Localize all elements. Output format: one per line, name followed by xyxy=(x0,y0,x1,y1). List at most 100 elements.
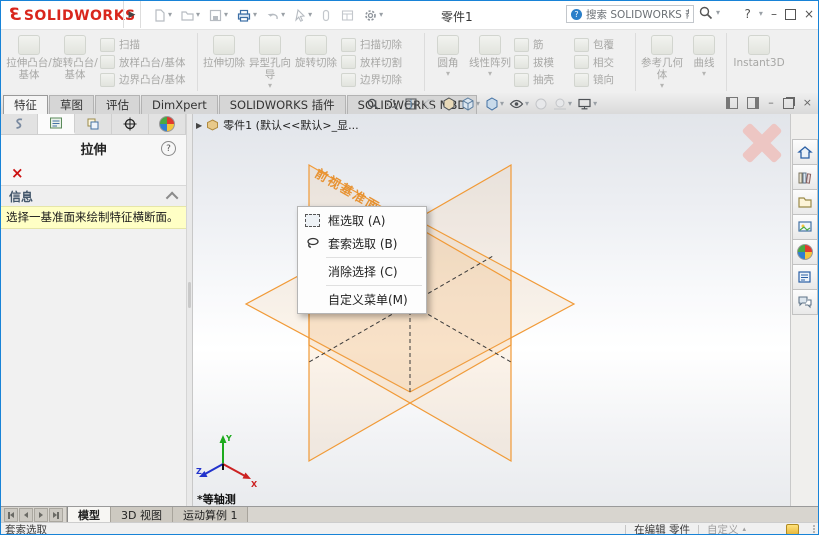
menu-item-clear-selections[interactable]: 消除选择 (C) xyxy=(298,260,426,283)
tab-last-button[interactable] xyxy=(49,508,63,522)
tab-next-button[interactable] xyxy=(34,508,48,522)
forum-button[interactable] xyxy=(792,289,818,315)
pm-cancel-button[interactable]: × xyxy=(11,166,24,181)
tool-swept-cut[interactable]: 扫描切除 xyxy=(341,36,419,53)
collapse-chevron-icon[interactable] xyxy=(166,191,179,204)
hide-show-items-button[interactable]: ▾ xyxy=(508,96,530,112)
doc-close-button[interactable]: × xyxy=(803,96,812,110)
tab-dimxpertmanager[interactable] xyxy=(112,114,149,134)
tool-curves[interactable]: 曲线 ▾ xyxy=(685,32,723,92)
collapse-left-pane-button[interactable] xyxy=(726,97,738,109)
triad-z-label: Z xyxy=(196,467,202,476)
tool-intersect[interactable]: 相交 xyxy=(574,54,630,71)
swept-cut-icon xyxy=(341,38,356,52)
cancel-command-watermark-icon[interactable] xyxy=(739,120,785,166)
tool-mirror[interactable]: 镜向 xyxy=(574,71,630,88)
status-separator xyxy=(625,525,626,534)
tree-expand-arrow-icon[interactable]: ▶ xyxy=(196,121,202,130)
status-customize[interactable]: 自定义 xyxy=(707,522,739,535)
select-button[interactable]: ▾ xyxy=(290,6,315,25)
tool-rib[interactable]: 筋 xyxy=(514,36,570,53)
new-document-button[interactable]: ▾ xyxy=(149,6,175,25)
tool-boundary-boss[interactable]: 边界凸台/基体 xyxy=(100,71,192,88)
tool-draft[interactable]: 拔模 xyxy=(514,54,570,71)
tab-prev-button[interactable] xyxy=(19,508,33,522)
tab-displaymanager[interactable] xyxy=(149,114,186,134)
tool-extruded-boss[interactable]: 拉伸凸台/基体 xyxy=(6,32,52,92)
print-caret-icon: ▾ xyxy=(253,11,257,19)
tool-wrap[interactable]: 包覆 xyxy=(574,36,630,53)
tool-fillet[interactable]: 圆角 ▾ xyxy=(428,32,468,92)
resize-grip-icon[interactable] xyxy=(813,525,815,533)
pm-help-icon[interactable]: ? xyxy=(161,141,176,156)
custom-properties-button[interactable] xyxy=(792,264,818,290)
tab-dimxpert[interactable]: DimXpert xyxy=(141,95,218,114)
tab-sketch[interactable]: 草图 xyxy=(49,95,94,114)
tab-evaluate[interactable]: 评估 xyxy=(95,95,140,114)
tab-solidworks-addins[interactable]: SOLIDWORKS 插件 xyxy=(219,95,346,114)
appearances-scenes-button[interactable] xyxy=(792,239,818,265)
extruded-boss-icon xyxy=(18,35,40,55)
tool-swept-boss[interactable]: 扫描 xyxy=(100,36,192,53)
tool-boundary-cut[interactable]: 边界切除 xyxy=(341,71,419,88)
search-go-button[interactable]: ▾ xyxy=(698,5,720,21)
3d-drawing-view-button[interactable] xyxy=(441,96,457,112)
graphics-viewport[interactable]: 前视基准面 ▶ 零件1 (默认<<默认>_显... 框选取 (A) xyxy=(193,114,790,506)
tool-instant3d[interactable]: Instant3D xyxy=(730,32,788,92)
help-button[interactable]: ? xyxy=(745,4,751,24)
tab-first-button[interactable] xyxy=(4,508,18,522)
home-button[interactable] xyxy=(792,139,818,165)
view-settings-button[interactable]: ▾ xyxy=(576,96,598,112)
section-view-button[interactable] xyxy=(403,96,419,112)
file-properties-button[interactable] xyxy=(337,6,358,25)
zoom-fit-button[interactable] xyxy=(365,96,381,112)
tab-propertymanager[interactable] xyxy=(38,114,75,134)
doc-minimize-button[interactable]: – xyxy=(768,96,774,110)
tab-featuremanager-tree[interactable] xyxy=(1,114,38,134)
tool-reference-geometry[interactable]: 参考几何体 ▾ xyxy=(639,32,685,92)
hide-show-eye-icon xyxy=(515,102,519,106)
tool-lofted-cut[interactable]: 放样切割 xyxy=(341,54,419,71)
menu-item-customize-menu[interactable]: 自定义菜单(M) xyxy=(298,288,426,311)
edit-appearance-button[interactable] xyxy=(533,96,549,112)
maximize-button[interactable] xyxy=(785,9,796,20)
tool-linear-pattern[interactable]: 线性阵列 ▾ xyxy=(468,32,512,92)
flyout-feature-tree[interactable]: ▶ 零件1 (默认<<默认>_显... xyxy=(196,117,359,133)
tab-configurationmanager[interactable] xyxy=(75,114,112,134)
view-orientation-button[interactable]: ▾ xyxy=(460,96,481,112)
file-explorer-button[interactable] xyxy=(792,189,818,215)
options-button[interactable]: ▾ xyxy=(360,6,386,25)
design-library-button[interactable] xyxy=(792,164,818,190)
display-style-button[interactable]: ▾ xyxy=(484,96,505,112)
menu-item-lasso-select[interactable]: 套索选取 (B) xyxy=(298,232,426,255)
tool-shell[interactable]: 抽壳 xyxy=(514,71,570,88)
status-bar: 套索选取 在编辑 零件 自定义 ▴ xyxy=(1,522,818,535)
rebuild-button[interactable] xyxy=(317,6,335,25)
new-doc-icon xyxy=(156,10,164,21)
open-document-button[interactable]: ▾ xyxy=(177,6,203,25)
tags-icon[interactable] xyxy=(786,524,799,535)
search-input[interactable]: ? 搜索 SOLIDWORKS 帮助 xyxy=(566,5,694,23)
apply-scene-button[interactable]: ▾ xyxy=(552,96,573,112)
menu-flyout-button[interactable]: ▶ xyxy=(123,1,141,28)
tool-hole-wizard[interactable]: 异型孔向导 ▾ xyxy=(247,32,293,92)
menu-item-box-select[interactable]: 框选取 (A) xyxy=(298,209,426,232)
tool-lofted-boss[interactable]: 放样凸台/基体 xyxy=(100,54,192,71)
doc-restore-button[interactable] xyxy=(783,98,794,109)
search-caret-icon: ▾ xyxy=(716,9,720,17)
flyout-arrow-icon: ▶ xyxy=(129,10,136,20)
print-button[interactable]: ▾ xyxy=(233,6,260,25)
tool-revolved-cut[interactable]: 旋转切除 xyxy=(293,32,339,92)
tool-revolved-boss[interactable]: 旋转凸台/基体 xyxy=(52,32,98,92)
view-palette-button[interactable] xyxy=(792,214,818,240)
close-button[interactable]: × xyxy=(804,4,814,24)
minimize-button[interactable]: – xyxy=(771,4,777,24)
previous-view-button[interactable] xyxy=(422,96,438,112)
tab-features[interactable]: 特征 xyxy=(3,95,48,114)
panel-splitter[interactable] xyxy=(186,114,193,506)
undo-button[interactable]: ▾ xyxy=(262,6,288,25)
collapse-right-pane-button[interactable] xyxy=(747,97,759,109)
zoom-area-button[interactable] xyxy=(384,96,400,112)
save-button[interactable]: ▾ xyxy=(205,6,231,25)
tool-extruded-cut[interactable]: 拉伸切除 xyxy=(201,32,247,92)
